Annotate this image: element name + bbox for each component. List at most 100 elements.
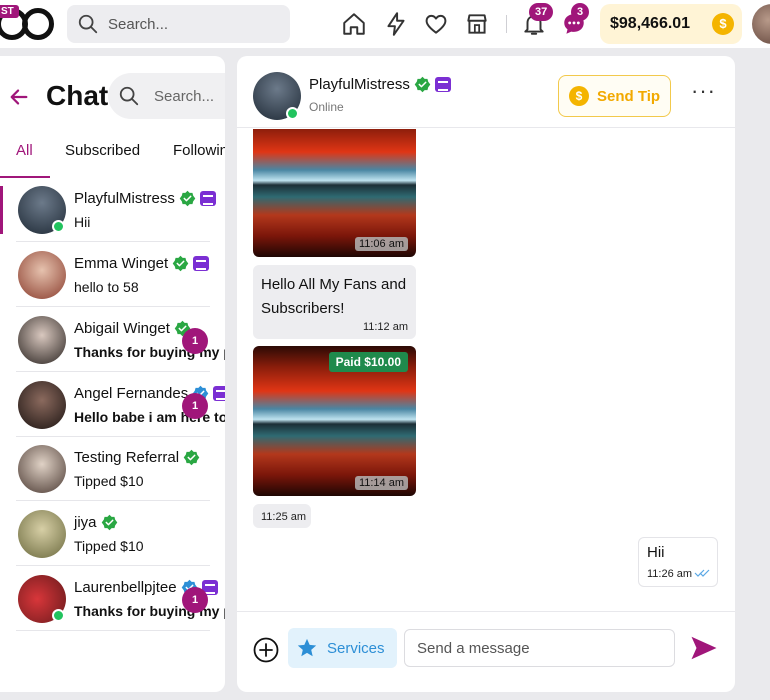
verified-badge-icon: [179, 190, 196, 207]
services-label: Services: [327, 639, 385, 657]
conversation-item-emma-winget[interactable]: Emma Winget hello to 58: [0, 243, 225, 307]
conversation-name-text: Testing Referral: [74, 449, 180, 466]
avatar: [18, 381, 66, 429]
verified-badge-icon: [183, 449, 200, 466]
paid-image-message[interactable]: Paid $10.00 11:14 am: [253, 346, 416, 496]
store-icon[interactable]: [464, 11, 490, 37]
conversation-name-text: Laurenbellpjtee: [74, 579, 177, 596]
conversation-name-text: Angel Fernandes: [74, 385, 189, 402]
message-time: 11:14 am: [354, 476, 408, 490]
conversation-panel: PlayfulMistress Online $ Send Tip ··· 11…: [237, 56, 735, 692]
list-divider: [16, 500, 210, 501]
list-divider: [16, 565, 210, 566]
conversation-last-message: Hii: [74, 214, 91, 230]
conversation-item-jiya[interactable]: jiya Tipped $10: [0, 502, 225, 566]
notifications-badge: 37: [529, 3, 554, 21]
send-tip-label: Send Tip: [597, 87, 661, 105]
conversation-name: Emma Winget: [74, 255, 210, 272]
message-text: Hello All My Fans and Subscribers!: [261, 276, 407, 317]
verified-badge-icon: [414, 76, 431, 93]
crown-badge-icon: [199, 191, 216, 206]
message-composer: Services Send a message: [237, 611, 735, 692]
contact-name-text: PlayfulMistress: [309, 76, 410, 93]
logo-ring-right: [22, 8, 54, 40]
crown-badge-icon: [213, 386, 225, 401]
logo-badge: ST: [0, 5, 19, 18]
conversation-item-abigail-winget[interactable]: Abigail Winget Thanks for buying my p 1: [0, 308, 225, 372]
avatar: [18, 510, 66, 558]
send-tip-button[interactable]: $ Send Tip: [558, 75, 671, 117]
conversation-last-message: Tipped $10: [74, 538, 144, 554]
wallet-balance[interactable]: $98,466.01 $: [600, 4, 742, 44]
contact-status: Online: [309, 100, 344, 114]
active-indicator: [0, 186, 3, 234]
messages-badge: 3: [571, 3, 590, 21]
unread-count-badge: 1: [182, 587, 208, 613]
list-divider: [16, 630, 210, 631]
conversation-item-laurenbellpjtee[interactable]: Laurenbellpjtee Thanks for buying my p 1: [0, 567, 225, 631]
heart-icon[interactable]: [423, 11, 449, 37]
list-divider: [16, 241, 210, 242]
tab-all[interactable]: All: [16, 142, 33, 159]
coin-icon: $: [712, 13, 734, 35]
unread-count-badge: 1: [182, 393, 208, 419]
conversation-name-text: Emma Winget: [74, 255, 169, 272]
message-time: 11:12 am: [362, 321, 408, 333]
text-message: Hello All My Fans and Subscribers! 11:12…: [253, 265, 416, 339]
message-thread: 11:06 am Hello All My Fans and Subscribe…: [237, 129, 735, 611]
plus-icon[interactable]: [253, 637, 279, 663]
online-indicator: [52, 609, 65, 622]
search-icon: [119, 86, 139, 106]
avatar: [18, 316, 66, 364]
list-divider: [16, 371, 210, 372]
message-time: 11:25 am: [261, 511, 307, 523]
read-receipt-icon: [694, 569, 710, 577]
lightning-icon[interactable]: [383, 11, 409, 37]
back-arrow-icon[interactable]: [8, 86, 30, 108]
message-time: 11:06 am: [354, 237, 408, 251]
more-options-icon[interactable]: ···: [691, 80, 716, 102]
message-input[interactable]: Send a message: [404, 629, 675, 667]
conversation-name: Abigail Winget: [74, 320, 191, 337]
app-logo[interactable]: ST: [0, 3, 58, 45]
online-indicator: [286, 107, 299, 120]
chat-filter-tabs: All Subscribed Following: [0, 136, 225, 178]
outgoing-message: Hii 11:26 am: [638, 537, 718, 587]
services-button[interactable]: Services: [288, 628, 397, 668]
top-bar: ST Search... 37 3 $98,466.01 $: [0, 0, 770, 48]
image-message[interactable]: 11:06 am: [253, 129, 416, 257]
conversation-item-angel-fernandes[interactable]: Angel Fernandes Hello babe i am here to …: [0, 373, 225, 437]
conversation-last-message: hello to 58: [74, 279, 139, 295]
online-indicator: [52, 220, 65, 233]
conversation-item-playfulmistress[interactable]: PlayfulMistress Hii: [0, 178, 225, 242]
conversation-name: Testing Referral: [74, 449, 200, 466]
global-search-placeholder: Search...: [108, 15, 169, 33]
send-icon[interactable]: [689, 633, 719, 663]
message-text: Hii: [647, 544, 665, 561]
chat-title: Chat: [46, 80, 109, 111]
conversation-name-text: jiya: [74, 514, 97, 531]
time-only-message: 11:25 am: [253, 504, 311, 528]
conversation-name-text: PlayfulMistress: [74, 190, 175, 207]
chat-list-panel: Chat Search... All Subscribed Following …: [0, 56, 225, 692]
conversation-item-testing-referral[interactable]: Testing Referral Tipped $10: [0, 437, 225, 501]
conversation-name: PlayfulMistress: [74, 190, 216, 207]
unread-count-badge: 1: [182, 328, 208, 354]
global-search[interactable]: Search...: [67, 5, 290, 43]
chat-search-placeholder: Search...: [154, 87, 215, 105]
conversation-last-message: Tipped $10: [74, 473, 144, 489]
paid-badge: Paid $10.00: [328, 352, 408, 372]
chat-search-input[interactable]: Search...: [108, 73, 225, 119]
message-input-placeholder: Send a message: [417, 639, 530, 657]
user-avatar[interactable]: [752, 4, 770, 44]
home-icon[interactable]: [341, 11, 367, 37]
coin-icon: $: [569, 86, 589, 106]
avatar: [18, 251, 66, 299]
tab-subscribed[interactable]: Subscribed: [65, 142, 140, 159]
contact-name: PlayfulMistress: [309, 76, 451, 93]
tab-following[interactable]: Following: [173, 142, 225, 159]
avatar: [18, 445, 66, 493]
nav-divider: [506, 15, 507, 33]
verified-badge-icon: [101, 514, 117, 531]
crown-badge-icon: [434, 77, 451, 92]
